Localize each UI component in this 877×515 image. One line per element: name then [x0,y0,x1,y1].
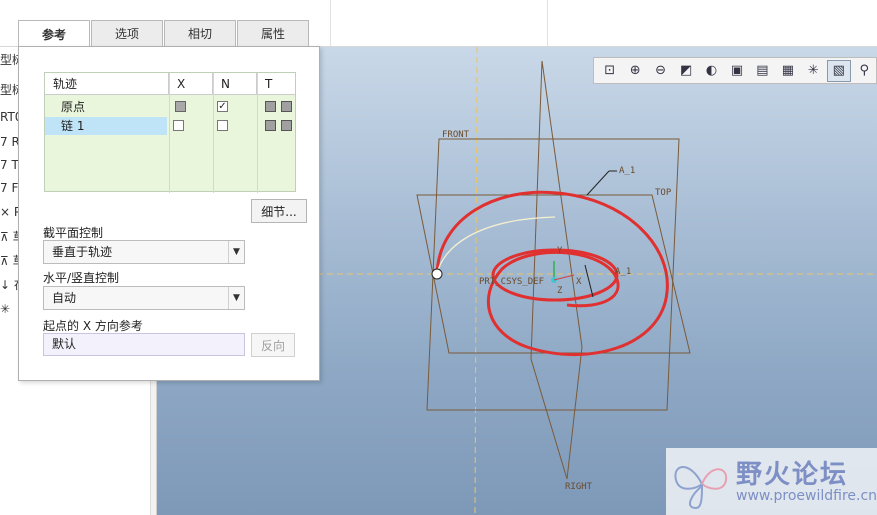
chevron-down-icon: ▼ [228,241,244,263]
chain1-x-checkbox[interactable] [173,120,184,131]
hv-control-value: 自动 [52,291,77,305]
a1-leader-small [584,264,594,298]
csys-label: PRT_CSYS_DEF [479,277,544,287]
watermark-title: 野火论坛 [736,460,849,490]
watermark: 野火论坛 www.proewildfire.cn [666,448,877,515]
x-axis-arrow [553,274,575,281]
col-x: X [169,73,213,95]
start-x-ref-field[interactable]: 默认 [43,333,245,356]
chain1-t-square-1[interactable] [265,120,276,131]
right-plane [530,60,583,480]
right-label: RIGHT [565,482,593,492]
hv-control-select[interactable]: 自动 ▼ [43,286,245,310]
butterfly-logo-icon [674,466,728,510]
section-plane-value: 垂直于轨迹 [52,245,113,259]
row-chain1-name[interactable]: 链 1 [45,117,167,135]
row-origin-name[interactable]: 原点 [45,98,169,116]
saved-views-icon[interactable]: ▤ [751,60,774,82]
standard-orientation-icon[interactable]: ▣ [725,60,748,82]
zoom-in-icon[interactable]: ⊕ [623,60,646,82]
details-button[interactable]: 细节... [251,199,307,223]
view-toolbar: ⊡ ⊕ ⊖ ◩ ◐ ▣ ▤ ▦ ✳ ▧ ⚲ [593,57,877,84]
tab-tangency[interactable]: 相切 [164,20,236,46]
tab-references[interactable]: 参考 [18,20,90,47]
section-plane-label: 截平面控制 [43,226,104,240]
a1-leader [586,170,610,196]
origin-point [431,268,443,280]
table-row-origin[interactable]: 原点 ✓ [45,98,295,116]
annotation-display-icon[interactable]: ⚲ [853,60,876,82]
tab-options[interactable]: 选项 [91,20,163,46]
feature-tabs: 参考 选项 相切 属性 [18,20,310,47]
section-plane-select[interactable]: 垂直于轨迹 ▼ [43,240,245,264]
view-manager-icon[interactable]: ▦ [776,60,799,82]
z-axis-label: Z [557,286,563,296]
spin-center-icon[interactable]: ▧ [827,59,851,82]
a1-label: A_1 [619,166,635,176]
datum-display-icon[interactable]: ✳ [802,60,825,82]
hv-control-label: 水平/竖直控制 [43,271,120,285]
chain1-t-square-2[interactable] [281,120,292,131]
table-row-chain1[interactable]: 链 1 [45,117,295,135]
tab-properties[interactable]: 属性 [237,20,309,46]
repaint-icon[interactable]: ◩ [674,60,697,82]
flip-button[interactable]: 反向 [251,333,295,357]
vertical-datum-line [474,47,478,515]
col-t: T [265,77,273,91]
references-panel: 轨迹 X N T 原点 ✓ 链 1 细节... 截平面控制 垂直于轨迹 ▼ 水平… [18,46,320,381]
origin-t-square-2[interactable] [281,101,292,112]
zoom-fit-icon[interactable]: ⊡ [598,60,621,82]
front-label: FRONT [442,130,470,140]
watermark-url: www.proewildfire.cn [736,488,877,504]
x-axis-label: X [576,277,582,287]
origin-t-square-1[interactable] [265,101,276,112]
inner-loop [491,248,619,302]
display-style-icon[interactable]: ◐ [700,60,723,82]
top-label: TOP [655,188,672,198]
a1-small-label: A_1 [615,267,631,277]
y-axis-label: Y [557,246,563,256]
col-n: N [213,73,257,95]
start-x-ref-label: 起点的 X 方向参考 [43,319,143,333]
chevron-down-icon: ▼ [228,287,244,309]
zoom-out-icon[interactable]: ⊖ [649,60,672,82]
origin-x-checkbox [175,101,186,112]
origin-n-checkbox[interactable]: ✓ [217,101,228,112]
chain1-n-checkbox[interactable] [217,120,228,131]
trajectory-table: 轨迹 X N T 原点 ✓ 链 1 [44,72,296,193]
col-trajectory: 轨迹 [45,73,169,95]
